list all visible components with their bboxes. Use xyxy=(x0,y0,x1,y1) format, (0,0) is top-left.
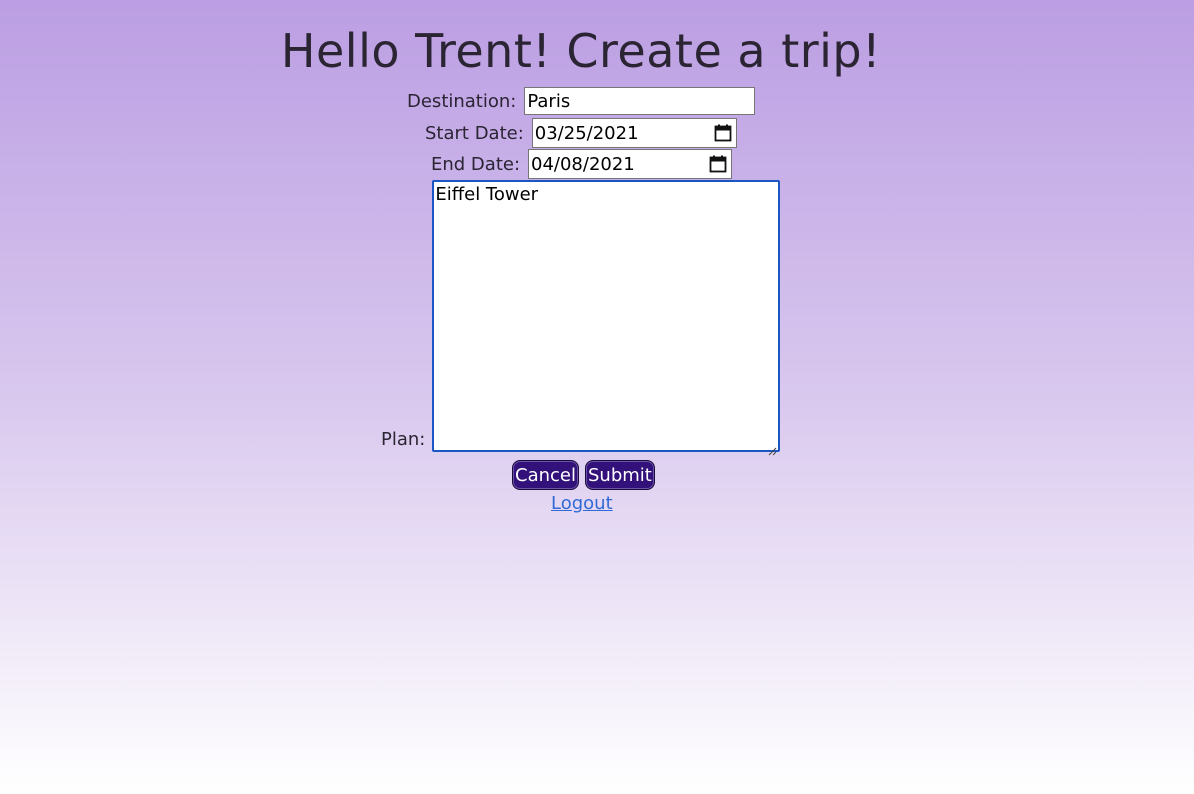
calendar-icon[interactable] xyxy=(714,124,732,142)
start-date-value: 03/25/2021 xyxy=(534,122,639,144)
destination-input[interactable]: Paris xyxy=(524,87,756,115)
destination-label: Destination: xyxy=(407,90,517,112)
plan-label: Plan: xyxy=(381,429,426,450)
start-date-label: Start Date: xyxy=(425,122,524,144)
cancel-button[interactable]: Cancel xyxy=(512,460,579,490)
resize-grip-icon[interactable] xyxy=(768,440,777,456)
plan-value: Eiffel Tower xyxy=(435,184,539,205)
plan-textarea[interactable]: Eiffel Tower xyxy=(432,180,781,456)
destination-row: Destination: Paris xyxy=(407,87,756,115)
start-date-input[interactable]: 03/25/2021 xyxy=(531,118,737,148)
start-date-row: Start Date: 03/25/2021 xyxy=(425,118,737,148)
destination-value: Paris xyxy=(527,90,571,112)
submit-button[interactable]: Submit xyxy=(584,460,655,490)
end-date-label: End Date: xyxy=(431,153,521,175)
plan-row: Plan: Eiffel Tower xyxy=(381,180,781,456)
form-actions: Cancel Submit xyxy=(512,460,655,490)
page-title: Hello Trent! Create a trip! xyxy=(280,24,882,78)
end-date-value: 04/08/2021 xyxy=(531,153,635,175)
end-date-row: End Date: 04/08/2021 xyxy=(431,149,733,179)
end-date-input[interactable]: 04/08/2021 xyxy=(528,149,733,179)
logout-link[interactable]: Logout xyxy=(551,493,613,514)
calendar-icon[interactable] xyxy=(709,155,727,173)
